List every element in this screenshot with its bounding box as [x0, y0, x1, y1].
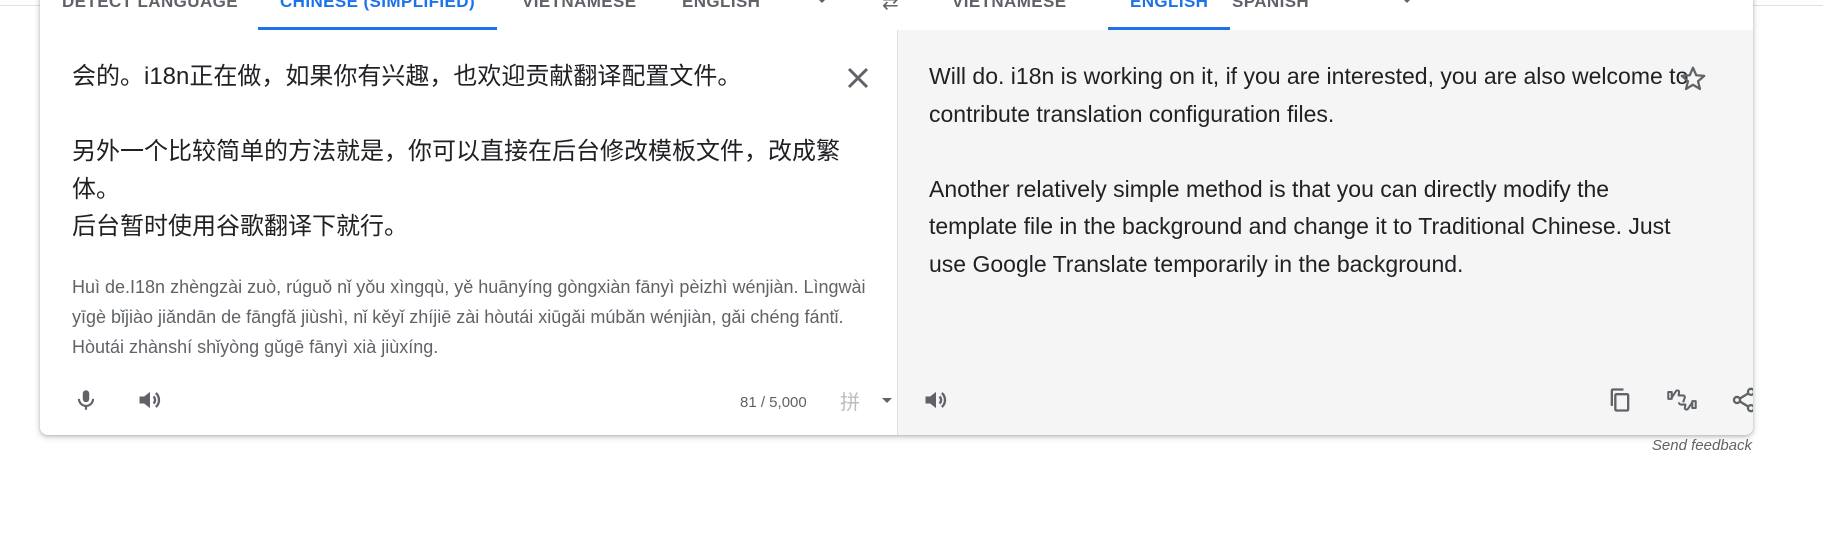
translate-card: Detect language Chinese (Simplified) Vie…: [40, 0, 1753, 435]
character-counter: 81 / 5,000: [740, 394, 807, 411]
send-feedback-link[interactable]: Send feedback: [1626, 437, 1752, 454]
tab-source-english[interactable]: English: [682, 0, 760, 30]
source-panel: 会的。i18n正在做，如果你有兴趣，也欢迎贡献翻译配置文件。 另外一个比较简单的…: [40, 30, 897, 435]
speaker-icon[interactable]: [920, 384, 952, 416]
target-panel: Will do. i18n is working on it, if you a…: [897, 30, 1753, 435]
input-tools-icon[interactable]: 拼: [840, 386, 860, 415]
translated-text: Will do. i18n is working on it, if you a…: [929, 63, 1689, 277]
speaker-icon[interactable]: [134, 384, 166, 416]
tab-source-vietnamese[interactable]: Vietnamese: [522, 0, 637, 30]
copy-icon[interactable]: [1604, 384, 1636, 416]
source-text-input[interactable]: 会的。i18n正在做，如果你有兴趣，也欢迎贡献翻译配置文件。 另外一个比较简单的…: [72, 58, 842, 246]
tab-detect-language[interactable]: Detect language: [62, 0, 238, 30]
tab-target-english[interactable]: English: [1108, 0, 1231, 30]
close-icon[interactable]: [840, 60, 876, 96]
source-text: 会的。i18n正在做，如果你有兴趣，也欢迎贡献翻译配置文件。 另外一个比较简单的…: [72, 63, 840, 240]
target-language-more-icon[interactable]: [1402, 0, 1412, 3]
source-language-more-icon[interactable]: [817, 0, 827, 3]
tab-chinese-simplified[interactable]: Chinese (Simplified): [258, 0, 498, 30]
swap-arrows-icon[interactable]: ⇄: [882, 0, 899, 15]
microphone-icon[interactable]: [70, 384, 102, 416]
tab-target-vietnamese[interactable]: Vietnamese: [952, 0, 1067, 30]
share-icon[interactable]: [1728, 384, 1753, 416]
input-tools-dropdown-icon[interactable]: [882, 398, 892, 403]
language-tabs: Detect language Chinese (Simplified) Vie…: [40, 0, 1753, 31]
thumbs-rating-icon[interactable]: [1666, 384, 1698, 416]
star-icon[interactable]: [1678, 64, 1708, 94]
source-transliteration: Huì de.I18n zhèngzài zuò, rúguǒ nǐ yǒu x…: [72, 277, 866, 357]
tab-target-spanish[interactable]: Spanish: [1232, 0, 1309, 30]
